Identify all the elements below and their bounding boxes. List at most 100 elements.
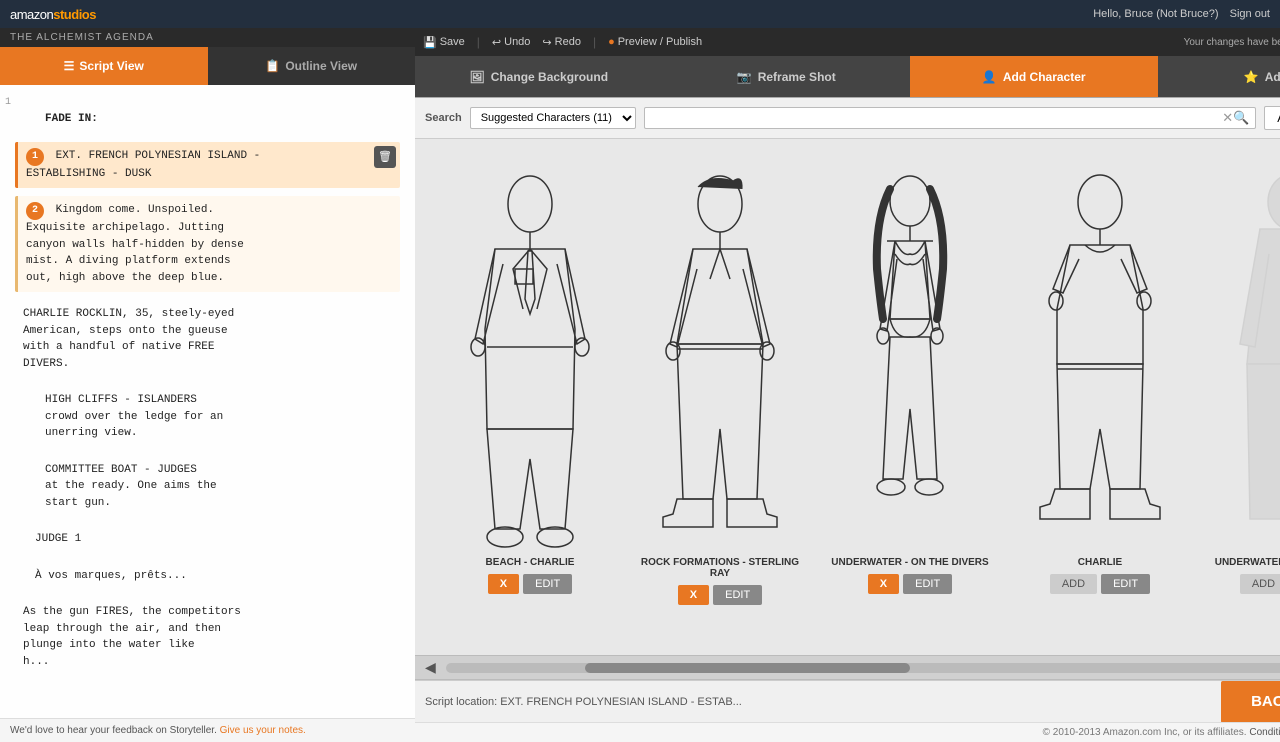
right-toolbar: 💾 Save | ↩ Undo ↪ Redo | ● Preview / Pub… [415,28,1280,56]
characters-scroll: BEACH - CHARLIE X EDIT [415,139,1280,655]
characters-container: BEACH - CHARLIE X EDIT [415,139,1280,655]
toolbar-right: Your changes have been saved | ❓ Help [1184,36,1280,48]
undo-button[interactable]: ↩ Undo [492,36,531,49]
conditions-of-use-link[interactable]: Conditions of Use [1249,727,1280,738]
tab-script-view[interactable]: ☰ Script View [0,47,208,85]
line-number: 1 [5,95,11,110]
character-remove-button-sterling-ray[interactable]: X [678,585,709,605]
saved-status: Your changes have been saved [1184,37,1280,48]
script-action-2: 2 Kingdom come. Unspoiled.Exquisite arch… [15,196,400,292]
amazon-studios-logo: amazonstudios [10,6,96,23]
user-area: Hello, Bruce (Not Bruce?) Sign out [1093,8,1270,20]
search-clear-icon[interactable]: ✕ [1222,110,1233,126]
add-new-character-button[interactable]: Add New Character [1264,106,1280,130]
bottom-bar: Script location: EXT. FRENCH POLYNESIAN … [415,680,1280,722]
character-svg-tshirt [1035,169,1165,549]
scrollbar-row: ◀ ▶ [415,655,1280,680]
character-figure-charlie [1035,159,1165,549]
character-name-sterling-ray: ROCK FORMATIONS - STERLING RAY [635,557,805,579]
preview-icon: ● [608,36,615,48]
script-action-cliffs: HIGH CLIFFS - ISLANDERScrowd over the le… [15,386,400,448]
character-buttons-sterling-ray: X EDIT [678,585,762,605]
character-card-beach-charlie: BEACH - CHARLIE X EDIT [435,149,625,604]
save-button[interactable]: 💾 Save [423,36,465,49]
tab-outline-view[interactable]: 📋 Outline View [208,47,416,85]
tab-reframe-shot[interactable]: 📷 Reframe Shot [663,56,911,97]
scroll-arrows: ◀ ▶ [423,659,1280,676]
change-bg-icon: 🖼 [469,70,484,84]
feedback-link[interactable]: Give us your notes. [220,725,306,736]
view-tabs: ☰ Script View 📋 Outline View [0,47,415,85]
search-input[interactable] [651,112,1222,124]
character-svg-female-bikini [845,169,975,549]
character-name-charlie: CHARLIE [1078,557,1122,568]
search-input-wrap: ✕ 🔍 [644,107,1257,129]
script-location: Script location: EXT. FRENCH POLYNESIAN … [425,696,742,708]
character-svg-ghost [1225,169,1280,549]
character-figure-scalloped [1225,159,1280,549]
character-name-on-divers: UNDERWATER - ON THE DIVERS [831,557,988,568]
character-edit-button-charlie[interactable]: EDIT [1101,574,1150,594]
scroll-left-button[interactable]: ◀ [423,659,438,676]
character-card-charlie: CHARLIE ADD EDIT [1005,149,1195,604]
project-title: THE ALCHEMIST AGENDA [0,28,415,47]
script-action-charlie: CHARLIE ROCKLIN, 35, steely-eyedAmerican… [15,300,400,378]
character-figure-beach-charlie [465,159,595,549]
scrollbar-thumb[interactable] [585,663,910,673]
character-card-sterling-ray: ROCK FORMATIONS - STERLING RAY X EDIT [625,149,815,615]
script-fade-in: FADE IN: [15,105,400,134]
character-add-button-scalloped[interactable]: ADD [1240,574,1280,594]
character-svg-casual [655,169,785,549]
feedback-bar: We'd love to hear your feedback on Story… [0,718,415,742]
character-buttons-beach-charlie: X EDIT [488,574,572,594]
preview-publish-button[interactable]: ● Preview / Publish [608,36,702,48]
signout-link[interactable]: Sign out [1230,8,1270,20]
character-card-on-divers: UNDERWATER - ON THE DIVERS X EDIT [815,149,1005,604]
search-go-button[interactable]: 🔍 [1233,110,1249,126]
character-buttons-on-divers: X EDIT [868,574,952,594]
character-add-button-charlie[interactable]: ADD [1050,574,1097,594]
character-edit-button-beach-charlie[interactable]: EDIT [523,574,572,594]
copyright-bar: © 2010-2013 Amazon.com Inc, or its affil… [415,722,1280,742]
redo-button[interactable]: ↪ Redo [542,36,581,49]
add-character-icon: 👤 [982,70,997,84]
back-to-shot-button[interactable]: BACK TO SHOT [1221,681,1280,723]
script-action-boat: COMMITTEE BOAT - JUDGESat the ready. One… [15,456,400,518]
script-icon: ☰ [64,59,75,73]
character-buttons-charlie: ADD EDIT [1050,574,1150,594]
main-layout: THE ALCHEMIST AGENDA ☰ Script View 📋 Out… [0,28,1280,742]
tab-add-character[interactable]: 👤 Add Character [910,56,1158,97]
character-edit-button-sterling-ray[interactable]: EDIT [713,585,762,605]
character-edit-button-on-divers[interactable]: EDIT [903,574,952,594]
save-icon: 💾 [423,36,437,49]
script-area: 1 FADE IN: 🗑 1 EXT. FRENCH POLYNESIAN IS… [0,85,415,718]
script-dialogue-judge: JUDGE 1 [15,525,400,554]
left-panel: THE ALCHEMIST AGENDA ☰ Script View 📋 Out… [0,28,415,742]
character-card-scalloped: UNDERWATER - A SCALLOPED ADD EDIT [1195,149,1280,604]
script-scene-1: 🗑 1 EXT. FRENCH POLYNESIAN ISLAND -ESTAB… [15,142,400,189]
outline-icon: 📋 [265,59,280,73]
character-remove-button-beach-charlie[interactable]: X [488,574,519,594]
search-filter-select[interactable]: Suggested Characters (11) [470,107,636,129]
script-action-fires: As the gun FIRES, the competitorsleap th… [15,598,400,676]
character-figure-on-divers [845,159,975,549]
tab-add-prop[interactable]: ⭐ Add Prop [1158,56,1280,97]
search-label: Search [425,112,462,124]
reframe-icon: 📷 [737,70,752,84]
add-prop-icon: ⭐ [1244,70,1259,84]
action-tabs: 🖼 Change Background 📷 Reframe Shot 👤 Add… [415,56,1280,98]
character-buttons-scalloped: ADD EDIT [1240,574,1280,594]
scrollbar-track[interactable] [446,663,1280,673]
undo-icon: ↩ [492,36,501,49]
topbar: amazonstudios Hello, Bruce (Not Bruce?) … [0,0,1280,28]
delete-scene-button[interactable]: 🗑 [374,146,396,168]
redo-icon: ↪ [542,36,551,49]
character-name-scalloped: UNDERWATER - A SCALLOPED [1215,557,1280,568]
character-svg-suit [465,169,595,549]
character-remove-button-on-divers[interactable]: X [868,574,899,594]
tab-change-background[interactable]: 🖼 Change Background [415,56,663,97]
script-dialogue-vosmarques: À vos marques, prêts... [15,562,400,591]
character-name-beach-charlie: BEACH - CHARLIE [486,557,575,568]
character-figure-sterling-ray [655,159,785,549]
right-panel: 💾 Save | ↩ Undo ↪ Redo | ● Preview / Pub… [415,28,1280,742]
